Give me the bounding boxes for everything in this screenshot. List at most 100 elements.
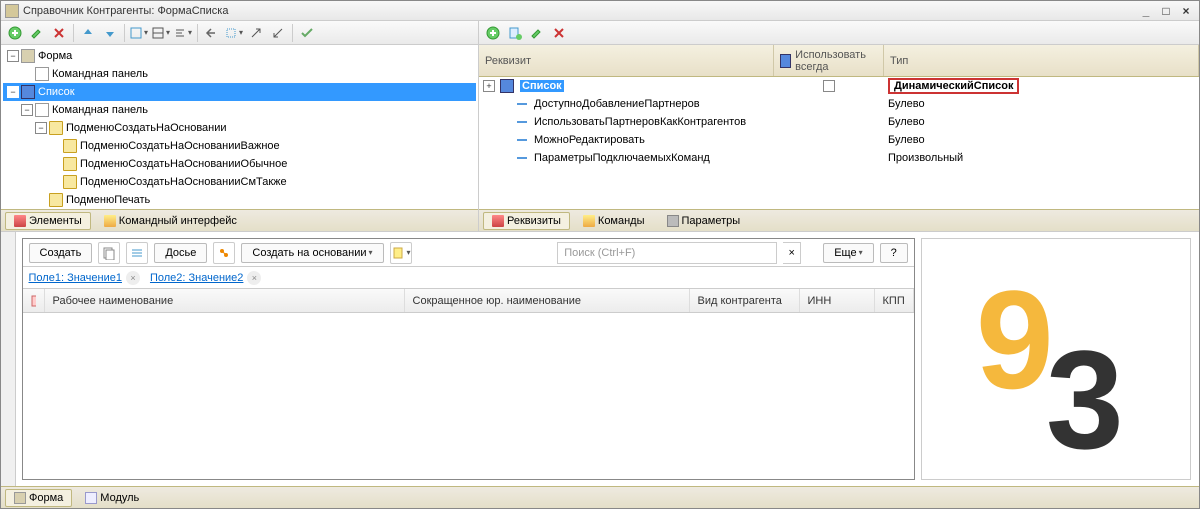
check-button[interactable] (297, 23, 317, 43)
tab-module[interactable]: Модуль (76, 489, 148, 507)
tree-toggle[interactable]: − (21, 104, 33, 116)
tree-label: Командная панель (52, 104, 148, 116)
tree-item[interactable]: ПодменюСоздатьНаОснованииСмТакже (3, 173, 476, 191)
dossier-button[interactable]: Досье (154, 243, 207, 263)
filter-remove-2[interactable]: × (247, 271, 261, 285)
tree-toggle[interactable]: − (7, 86, 19, 98)
attach-button[interactable] (390, 242, 412, 264)
property-grid[interactable]: + Список ДинамическийСписокДоступноДобавле… (479, 77, 1199, 209)
undo-button[interactable] (202, 23, 222, 43)
prop-icon (517, 121, 527, 123)
tree-toggle[interactable]: + (483, 80, 495, 92)
tree-item[interactable]: − Командная панель (3, 101, 476, 119)
create-based-button[interactable]: Создать на основании (241, 243, 383, 263)
delete-prop-button[interactable] (549, 23, 569, 43)
more-button[interactable]: Еще (823, 243, 873, 263)
col-header-type: Тип (884, 45, 1199, 76)
tree-label: ПодменюСоздатьНаОснованииВажное (80, 140, 280, 152)
col-working-name[interactable]: Рабочее наименование (45, 289, 405, 312)
prop-row[interactable]: ДоступноДобавлениеПартнеровБулево (479, 95, 1199, 113)
form-tree[interactable]: −ФормаКомандная панель−Список−Командная … (1, 45, 478, 209)
logo-panel: 9 3 (921, 238, 1191, 480)
abc-icon (35, 103, 49, 117)
col-kpp[interactable]: КПП (875, 289, 914, 312)
prop-row[interactable]: ИспользоватьПартнеровКакКонтрагентовБуле… (479, 113, 1199, 131)
copy-button[interactable] (98, 242, 120, 264)
prop-row[interactable]: МожноРедактироватьБулево (479, 131, 1199, 149)
tree-label: Форма (38, 50, 72, 62)
preview-form: Создать Досье Создать на основании Поиск… (22, 238, 915, 480)
grid-icon (500, 79, 514, 93)
titlebar: Справочник Контрагенты: ФормаСписка _ □ … (1, 1, 1199, 21)
prop-type: ДинамическийСписок (888, 78, 1019, 94)
tree-item[interactable]: −ПодменюСоздатьНаОсновании (3, 119, 476, 137)
view-mode-button[interactable] (129, 23, 149, 43)
collapse-button[interactable] (268, 23, 288, 43)
right-toolbar (479, 21, 1199, 45)
expand-button[interactable] (246, 23, 266, 43)
tab-commands[interactable]: Команды (574, 212, 654, 230)
prop-row[interactable]: ПараметрыПодключаемыхКомандПроизвольный (479, 149, 1199, 167)
tab-elements[interactable]: Элементы (5, 212, 91, 230)
link-button[interactable] (213, 242, 235, 264)
layout-button[interactable] (151, 23, 171, 43)
tab-params[interactable]: Параметры (658, 212, 750, 230)
move-up-button[interactable] (78, 23, 98, 43)
move-down-button[interactable] (100, 23, 120, 43)
list-button[interactable] (126, 242, 148, 264)
search-clear[interactable]: × (783, 242, 801, 264)
folder-icon (63, 175, 77, 189)
filter-link-2[interactable]: Поле2: Значение2 (150, 272, 243, 284)
prop-row[interactable]: + Список ДинамическийСписок (479, 77, 1199, 95)
folder-icon (49, 121, 63, 135)
edit-prop-button[interactable] (527, 23, 547, 43)
close-button[interactable]: × (1177, 4, 1195, 18)
maximize-button[interactable]: □ (1157, 4, 1175, 18)
abc-icon (35, 67, 49, 81)
delete-button[interactable] (49, 23, 69, 43)
minimize-button[interactable]: _ (1137, 4, 1155, 18)
preview-grid-body[interactable] (23, 313, 914, 479)
tree-toggle[interactable]: − (7, 50, 19, 62)
tree-item[interactable]: ПодменюПечать (3, 191, 476, 209)
col-inn[interactable]: ИНН (800, 289, 875, 312)
filter-tag-2: Поле2: Значение2 × (150, 271, 261, 285)
window-title: Справочник Контрагенты: ФормаСписка (23, 5, 1137, 17)
col-short-name[interactable]: Сокращенное юр. наименование (405, 289, 690, 312)
prop-icon (517, 157, 527, 159)
tree-item[interactable]: Командная панель (3, 65, 476, 83)
add-button[interactable] (5, 23, 25, 43)
add-prop-button[interactable] (483, 23, 503, 43)
tree-item[interactable]: − Список (3, 83, 476, 101)
prop-icon (517, 139, 527, 141)
tab-command-interface[interactable]: Командный интерфейс (95, 212, 246, 230)
create-button[interactable]: Создать (29, 243, 93, 263)
col-type[interactable]: Вид контрагента (690, 289, 800, 312)
tab-form[interactable]: Форма (5, 489, 72, 507)
col-header-use: Использовать всегда (774, 45, 884, 76)
grid-icon (21, 85, 35, 99)
tree-label: Список (38, 86, 75, 98)
logo-9: 9 (976, 259, 1054, 421)
tree-item[interactable]: ПодменюСоздатьНаОснованииВажное (3, 137, 476, 155)
prop-type: Булево (888, 134, 925, 146)
filter-tag-1: Поле1: Значение1 × (29, 271, 140, 285)
add-column-button[interactable] (505, 23, 525, 43)
use-always-checkbox[interactable] (823, 80, 835, 92)
select-button[interactable] (224, 23, 244, 43)
tree-toggle[interactable]: − (35, 122, 47, 134)
prop-name: Список (520, 80, 564, 92)
prop-type: Произвольный (888, 152, 963, 164)
folder-icon (63, 157, 77, 171)
tree-label: ПодменюСоздатьНаОснованииСмТакже (80, 176, 287, 188)
filter-link-1[interactable]: Поле1: Значение1 (29, 272, 122, 284)
search-input[interactable]: Поиск (Ctrl+F) (557, 242, 777, 264)
tree-item[interactable]: − Форма (3, 47, 476, 65)
logo-3: 3 (1046, 319, 1124, 481)
align-button[interactable] (173, 23, 193, 43)
tree-item[interactable]: ПодменюСоздатьНаОснованииОбычное (3, 155, 476, 173)
tab-props[interactable]: Реквизиты (483, 212, 570, 230)
edit-button[interactable] (27, 23, 47, 43)
help-button[interactable]: ? (880, 243, 908, 263)
filter-remove-1[interactable]: × (126, 271, 140, 285)
